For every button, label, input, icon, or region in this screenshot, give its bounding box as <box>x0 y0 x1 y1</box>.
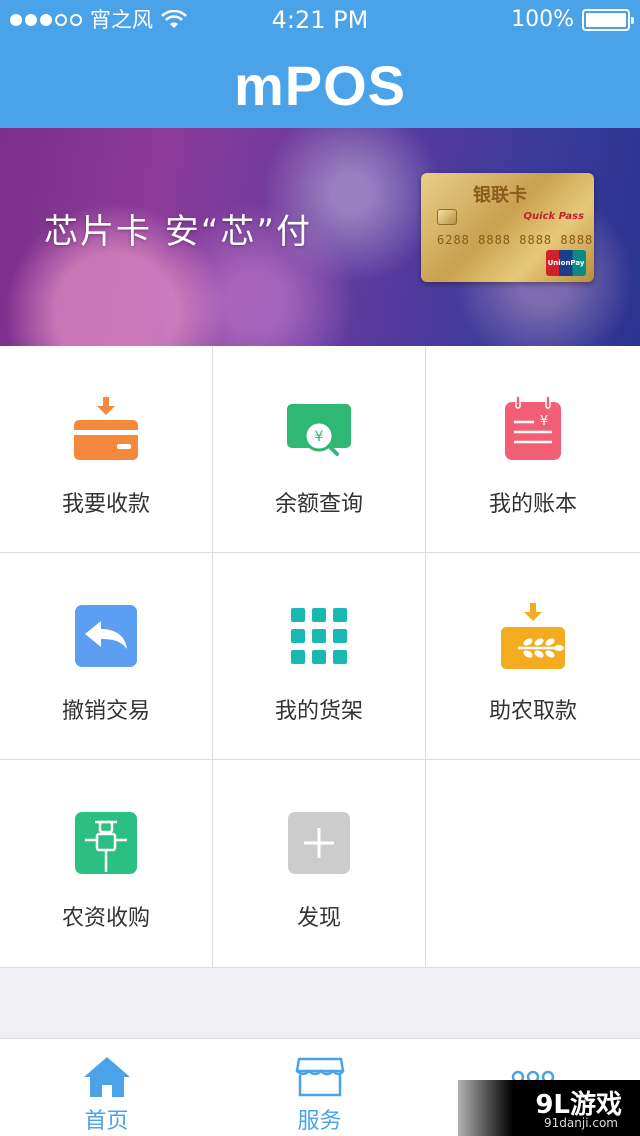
tab-label: 服务 <box>297 1109 342 1134</box>
svg-text:¥: ¥ <box>540 414 548 429</box>
grid-item-empty <box>426 760 640 968</box>
tab-home[interactable]: 首页 <box>0 1039 213 1136</box>
receive-payment-icon <box>74 397 138 460</box>
grid-item-label: 助农取款 <box>488 699 577 724</box>
status-right: 100% <box>511 0 634 40</box>
battery-percent: 100% <box>511 7 574 32</box>
bottom-tab-bar: 首页 服务 9L游戏 91danji.com <box>0 1038 640 1136</box>
grid-item-undo-transaction[interactable]: 撤销交易 <box>0 553 213 760</box>
grid-item-label: 我的货架 <box>274 699 363 724</box>
agri-withdraw-icon <box>501 603 565 669</box>
grid-item-label: 我的账本 <box>488 492 577 517</box>
bank-card-image: 银联卡 Quick Pass 6288 8888 8888 8888 Union… <box>421 173 594 282</box>
battery-icon <box>582 9 634 31</box>
grid-item-label: 余额查询 <box>274 492 363 517</box>
undo-transaction-icon <box>75 605 137 667</box>
grid-item-label: 发现 <box>296 906 341 931</box>
quickpass-logo: Quick Pass <box>523 211 584 222</box>
site-watermark: 9L游戏 91danji.com <box>458 1080 640 1136</box>
tab-label: 首页 <box>84 1109 129 1134</box>
card-chip-icon <box>437 209 457 225</box>
card-number: 6288 8888 8888 8888 <box>437 233 594 247</box>
promo-banner[interactable]: 芯片卡 安“芯”付 银联卡 Quick Pass 6288 8888 8888 … <box>0 128 640 346</box>
tab-service[interactable]: 服务 <box>213 1039 426 1136</box>
grid-item-balance-query[interactable]: ¥ 余额查询 <box>213 346 426 553</box>
grid-item-agri-withdraw[interactable]: 助农取款 <box>426 553 640 760</box>
grid-item-shelf[interactable]: 我的货架 <box>213 553 426 760</box>
plus-icon <box>288 812 350 874</box>
card-title: 银联卡 <box>473 185 527 206</box>
grid-item-discover[interactable]: 发现 <box>213 760 426 968</box>
app-header: 宵之风 4:21 PM 100% mPOS <box>0 0 640 128</box>
home-icon <box>83 1057 130 1097</box>
page-title: mPOS <box>233 54 407 117</box>
grid-item-agri-purchase[interactable]: 农资收购 <box>0 760 213 968</box>
shelf-grid-icon <box>291 608 347 664</box>
grid-item-label: 撤销交易 <box>61 699 150 724</box>
grid-item-label: 农资收购 <box>61 906 150 931</box>
shop-icon <box>295 1057 344 1097</box>
ledger-icon: ¥ <box>505 395 561 460</box>
unionpay-logo: UnionPay <box>546 250 586 276</box>
banner-slogan: 芯片卡 安“芯”付 <box>44 212 313 252</box>
scarecrow-icon <box>75 812 137 874</box>
balance-query-icon: ¥ <box>287 404 351 456</box>
function-grid: 我要收款 ¥ 余额查询 ¥ 我的账本 撤销交易 我的货架 助农取款 农资收购 发… <box>0 346 640 968</box>
status-bar: 宵之风 4:21 PM 100% <box>0 0 640 40</box>
watermark-url: 91danji.com <box>544 1116 618 1130</box>
grid-item-label: 我要收款 <box>61 492 150 517</box>
grid-item-ledger[interactable]: ¥ 我的账本 <box>426 346 640 553</box>
grid-item-receive-payment[interactable]: 我要收款 <box>0 346 213 553</box>
svg-text:¥: ¥ <box>315 429 324 445</box>
